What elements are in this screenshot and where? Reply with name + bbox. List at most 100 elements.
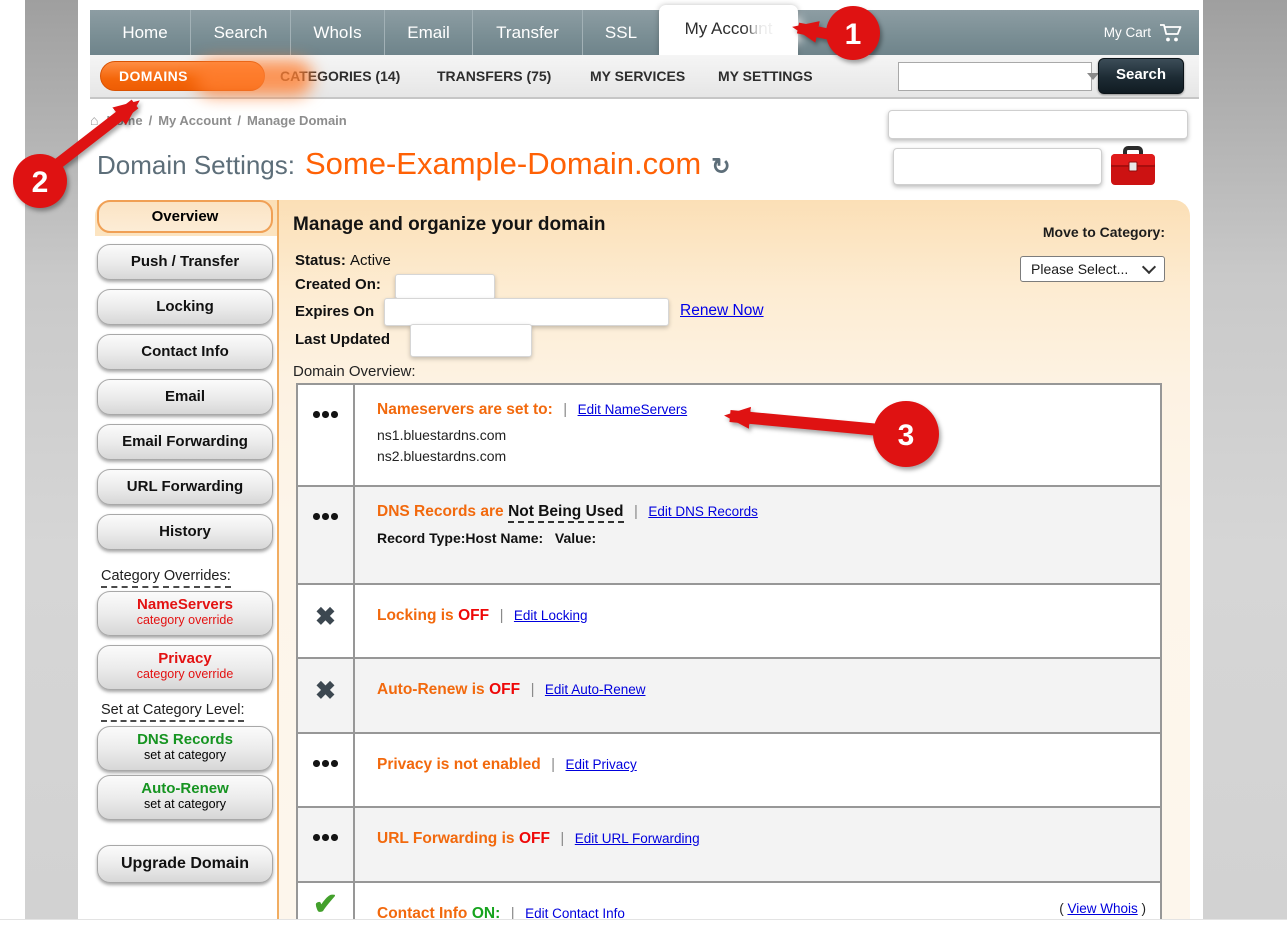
breadcrumb-manage-domain: Manage Domain bbox=[247, 113, 347, 128]
sidebar-button-auto-renew-category[interactable]: Auto-Renew set at category bbox=[97, 775, 273, 820]
set-at-category-label: Set at Category Level: bbox=[101, 702, 244, 718]
window-bottom-edge bbox=[0, 919, 1287, 931]
sidebar-tab-url-forwarding[interactable]: URL Forwarding bbox=[97, 469, 273, 505]
breadcrumb-my-account[interactable]: My Account bbox=[158, 113, 231, 128]
my-cart-label: My Cart bbox=[1104, 25, 1151, 40]
cart-icon bbox=[1159, 23, 1183, 43]
refresh-icon[interactable]: ↻ bbox=[711, 153, 730, 180]
edit-auto-renew-link[interactable]: Edit Auto-Renew bbox=[545, 682, 646, 697]
sidebar-tab-email[interactable]: Email bbox=[97, 379, 273, 415]
domain-overview-table: Nameservers are set to: | Edit NameServe… bbox=[296, 383, 1162, 931]
breadcrumb-home[interactable]: Home bbox=[106, 113, 142, 128]
dots-icon bbox=[298, 808, 355, 881]
dots-icon bbox=[298, 385, 355, 485]
sidebar-tab-email-forwarding[interactable]: Email Forwarding bbox=[97, 424, 273, 460]
nav-tab-email[interactable]: Email bbox=[384, 10, 472, 55]
subnav-transfers[interactable]: TRANSFERS (75) bbox=[437, 55, 551, 97]
last-updated-line: Last Updated bbox=[295, 331, 390, 348]
status-line: Status: Active bbox=[295, 252, 391, 269]
renew-now-link[interactable]: Renew Now bbox=[680, 302, 764, 320]
row-heading: Locking is bbox=[377, 607, 454, 624]
view-whois-link[interactable]: View Whois bbox=[1067, 901, 1137, 916]
page-background-left bbox=[25, 0, 78, 919]
view-whois-wrapper: ( View Whois ) bbox=[1059, 901, 1146, 916]
sidebar-tab-history[interactable]: History bbox=[97, 514, 273, 550]
nav-tab-transfer[interactable]: Transfer bbox=[472, 10, 582, 55]
sidebar-tab-contact-info[interactable]: Contact Info bbox=[97, 334, 273, 370]
nameserver-1: ns1.bluestardns.com bbox=[377, 425, 1146, 446]
redacted-box bbox=[384, 298, 669, 326]
redaction-smudge bbox=[752, 13, 802, 47]
table-row-locking: ✖ Locking is OFF | Edit Locking bbox=[298, 585, 1160, 659]
sidebar-button-dns-records-category[interactable]: DNS Records set at category bbox=[97, 726, 273, 771]
my-cart-button[interactable]: My Cart bbox=[1104, 10, 1183, 55]
page-title-prefix: Domain Settings: bbox=[97, 150, 295, 181]
row-heading: Auto-Renew is bbox=[377, 681, 485, 698]
row-heading: Privacy is not enabled bbox=[377, 756, 541, 773]
dots-icon bbox=[298, 734, 355, 806]
category-select-value: Please Select... bbox=[1031, 261, 1128, 277]
domain-settings-panel: Overview Push / Transfer Locking Contact… bbox=[95, 200, 1190, 919]
table-row-dns-records: DNS Records are Not Being Used | Edit DN… bbox=[298, 487, 1160, 585]
top-navigation: Home Search WhoIs Email Transfer SSL My … bbox=[90, 10, 1199, 55]
redacted-box bbox=[395, 274, 495, 300]
edit-locking-link[interactable]: Edit Locking bbox=[514, 608, 588, 623]
table-row-url-forwarding: URL Forwarding is OFF | Edit URL Forward… bbox=[298, 808, 1160, 883]
breadcrumb-separator: / bbox=[237, 113, 241, 128]
edit-dns-records-link[interactable]: Edit DNS Records bbox=[648, 504, 758, 519]
sidebar-button-upgrade-domain[interactable]: Upgrade Domain bbox=[97, 845, 273, 883]
sidebar-button-privacy-override[interactable]: Privacy category override bbox=[97, 645, 273, 690]
edit-url-forwarding-link[interactable]: Edit URL Forwarding bbox=[575, 831, 700, 846]
category-select[interactable]: Please Select... bbox=[1020, 256, 1165, 282]
redaction-smudge bbox=[195, 60, 313, 96]
home-icon: ⌂ bbox=[90, 112, 98, 128]
sidebar-tab-overview[interactable]: Overview bbox=[97, 200, 273, 233]
created-on-line: Created On: bbox=[295, 276, 381, 293]
table-row-privacy: Privacy is not enabled | Edit Privacy bbox=[298, 734, 1160, 808]
redacted-box bbox=[410, 324, 532, 357]
subnav-my-services[interactable]: MY SERVICES bbox=[590, 55, 685, 97]
subnav-search-button[interactable]: Search bbox=[1098, 58, 1184, 94]
domain-overview-label: Domain Overview: bbox=[293, 363, 416, 380]
x-icon: ✖ bbox=[298, 585, 355, 657]
domain-search-input[interactable] bbox=[899, 66, 1087, 87]
toolbox-icon[interactable] bbox=[1108, 145, 1158, 194]
nav-tab-whois[interactable]: WhoIs bbox=[290, 10, 384, 55]
domain-settings-page: Home Search WhoIs Email Transfer SSL My … bbox=[0, 0, 1287, 931]
page-title: Domain Settings: Some-Example-Domain.com… bbox=[97, 146, 731, 182]
breadcrumb: ⌂ Home / My Account / Manage Domain bbox=[90, 112, 347, 128]
dots-icon bbox=[298, 487, 355, 583]
row-status: Not Being Used bbox=[508, 503, 623, 523]
category-overrides-label: Category Overrides: bbox=[101, 568, 231, 584]
x-icon: ✖ bbox=[298, 659, 355, 732]
row-heading: Nameservers are set to: bbox=[377, 401, 553, 418]
row-status: OFF bbox=[489, 681, 520, 698]
content-heading: Manage and organize your domain bbox=[293, 214, 606, 236]
edit-privacy-link[interactable]: Edit Privacy bbox=[566, 757, 637, 772]
redacted-box bbox=[888, 110, 1188, 139]
page-background-right bbox=[1203, 0, 1287, 919]
nameserver-2: ns2.bluestardns.com bbox=[377, 446, 1146, 467]
row-status: OFF bbox=[519, 830, 550, 847]
table-row-auto-renew: ✖ Auto-Renew is OFF | Edit Auto-Renew bbox=[298, 659, 1160, 734]
chevron-down-icon bbox=[1142, 260, 1156, 274]
row-status: OFF bbox=[458, 607, 489, 624]
page-title-domain: Some-Example-Domain.com bbox=[305, 146, 701, 182]
row-heading: DNS Records are bbox=[377, 503, 504, 520]
domain-search-combobox[interactable] bbox=[898, 62, 1092, 91]
nav-tab-ssl[interactable]: SSL bbox=[582, 10, 659, 55]
sidebar-button-nameservers-override[interactable]: NameServers category override bbox=[97, 591, 273, 636]
edit-nameservers-link[interactable]: Edit NameServers bbox=[578, 402, 688, 417]
subnav-my-settings[interactable]: MY SETTINGS bbox=[718, 55, 813, 97]
nav-tab-search[interactable]: Search bbox=[190, 10, 290, 55]
table-row-nameservers: Nameservers are set to: | Edit NameServe… bbox=[298, 385, 1160, 487]
expires-on-line: Expires On bbox=[295, 303, 374, 320]
redacted-box bbox=[893, 148, 1102, 185]
sidebar-tab-push-transfer[interactable]: Push / Transfer bbox=[97, 244, 273, 280]
nav-tab-home[interactable]: Home bbox=[100, 10, 190, 55]
dns-record-columns: Record Type:Host Name: Value: bbox=[377, 530, 1146, 546]
move-to-category-label: Move to Category: bbox=[995, 224, 1165, 240]
row-heading: URL Forwarding is bbox=[377, 830, 515, 847]
sidebar-tab-locking[interactable]: Locking bbox=[97, 289, 273, 325]
breadcrumb-separator: / bbox=[149, 113, 153, 128]
